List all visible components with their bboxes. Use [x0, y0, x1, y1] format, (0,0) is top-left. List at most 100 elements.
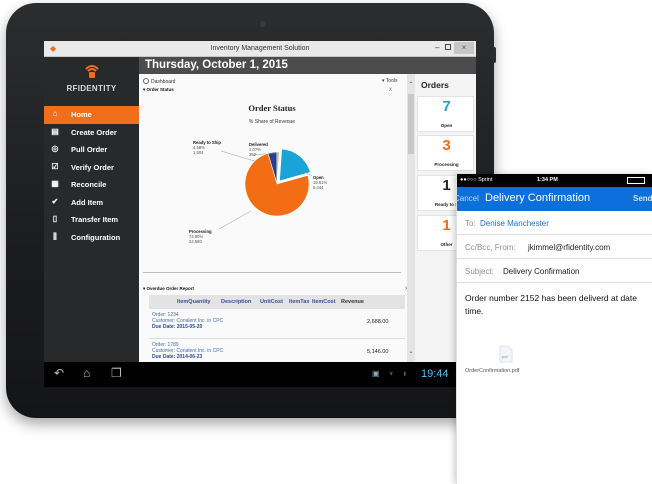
dashboard-label: Dashboard: [151, 79, 176, 85]
to-label: To:: [465, 219, 476, 228]
from-value[interactable]: jkimmel@rfidentity.com: [528, 243, 610, 252]
sidebar-item-label: Home: [71, 110, 92, 119]
power-button: [492, 47, 496, 63]
sidebar-item-home[interactable]: ⌂ Home: [44, 106, 139, 124]
attachment-name[interactable]: OrderConfirmation.pdf: [465, 368, 519, 374]
date-header: Thursday, October 1, 2015: [139, 57, 476, 74]
sidebar-item-add-item[interactable]: ✔ Add Item: [44, 194, 139, 212]
close-button[interactable]: ×: [454, 42, 474, 54]
pie-label-value: 6,444: [313, 185, 324, 190]
table-body: Order: 1234 Customer: Conalent Inc. in CP…: [149, 309, 405, 362]
to-value[interactable]: Denise Manchester: [480, 219, 549, 228]
window-title-bar: ◆ Inventory Management Solution – ×: [44, 41, 476, 57]
carrier-label: ●●○○○ Sprint: [460, 177, 493, 183]
usb-icon: ♆: [388, 369, 394, 378]
minimize-button[interactable]: –: [435, 43, 439, 52]
android-navigation-bar: ↶ ⌂ ❐ ▣ ♆ ᵻ 19:44: [44, 362, 476, 387]
column-header: Revenue: [341, 299, 364, 305]
column-header: UnitCost: [260, 299, 283, 305]
sidebar-item-create-order[interactable]: ▤ Create Order: [44, 124, 139, 142]
order-status-panel-title[interactable]: ▾ Order Status: [143, 87, 174, 93]
checkmark-icon: ✔: [51, 196, 59, 206]
pie-label-value: 24,580: [189, 239, 202, 244]
sidebar-item-verify-order[interactable]: ☑ Verify Order: [44, 159, 139, 177]
email-nav-bar: Cancel Delivery Confirmation Send: [457, 187, 652, 211]
to-field[interactable]: To: Denise Manchester: [457, 212, 652, 235]
date-title: Thursday, October 1, 2015: [145, 59, 288, 71]
scroll-up-icon[interactable]: ⌃: [407, 81, 415, 88]
sidebar-item-transfer-item[interactable]: ▯ Transfer Item: [44, 211, 139, 229]
order-count: 7: [442, 98, 451, 115]
order-status-pie-chart: Ready to Ship4.58%1,504Delivered1.07%352…: [189, 140, 327, 244]
scroll-down-icon[interactable]: ⌄: [407, 348, 415, 355]
cc-bcc-from-field[interactable]: Cc/Bcc, From: jkimmel@rfidentity.com: [457, 236, 652, 259]
close-order-status-button[interactable]: x: [389, 87, 392, 93]
sidebar-item-pull-order[interactable]: ◎ Pull Order: [44, 141, 139, 159]
subject-field[interactable]: Subject: Delivery Confirmation: [457, 260, 652, 283]
dashboard-icon: [143, 78, 149, 84]
column-header: Description: [221, 299, 252, 305]
column-header: ItemCost: [312, 299, 336, 305]
column-header: ItemTax: [289, 299, 310, 305]
email-body[interactable]: Order number 2152 has been deliverd at d…: [465, 292, 649, 318]
maximize-button[interactable]: [445, 44, 451, 50]
reconcile-icon: ▦: [51, 179, 59, 188]
sidebar-item-label: Configuration: [71, 232, 121, 242]
ios-status-bar: ●●○○○ Sprint 1:34 PM: [457, 174, 652, 187]
subject-label: Subject:: [465, 267, 494, 276]
dashboard-header: Dashboard: [143, 78, 175, 85]
sidebar-item-reconcile[interactable]: ▦ Reconcile: [44, 176, 139, 194]
home-nav-icon[interactable]: ⌂: [83, 366, 90, 380]
checklist-icon: ☑: [51, 161, 59, 171]
tools-menu[interactable]: ▾ Tools: [382, 78, 397, 84]
sliders-icon: ⫼: [53, 231, 57, 241]
column-header: ItemQuantity: [177, 299, 211, 305]
dashboard-panel: Dashboard ▾ Tools ▾ Order Status x Order…: [139, 74, 407, 362]
order-tile-processing[interactable]: 3 Processing: [417, 135, 474, 171]
tablet-screen: ◆ Inventory Management Solution – × RFID…: [44, 41, 476, 387]
table-row[interactable]: Order: 1789 Customer: Conalent Inc. in CP…: [149, 339, 405, 362]
signal-icon: ᵻ: [404, 369, 406, 378]
sidebar-item-configuration[interactable]: ⫼ Configuration: [44, 229, 139, 247]
sidebar-item-label: Transfer Item: [71, 215, 119, 224]
pdf-file-icon[interactable]: pdf: [499, 345, 513, 363]
tablet-device: ◆ Inventory Management Solution – × RFID…: [6, 3, 496, 418]
sidebar-item-label: Create Order: [71, 127, 117, 137]
cancel-button[interactable]: Cancel: [457, 194, 479, 203]
order-tile-open[interactable]: 7 Open: [417, 96, 474, 132]
sidebar-nav: ⌂ Home ▤ Create Order ◎ Pull Order ☑ Verify Ord…: [44, 106, 139, 246]
sidebar-item-label: Reconcile: [71, 180, 107, 189]
overdue-report-panel-title[interactable]: ▾ Overdue Order Report: [143, 286, 194, 292]
notification-icon: ▣: [372, 369, 380, 378]
window-title: Inventory Management Solution: [210, 45, 310, 52]
brand-logo: RFIDENTITY: [44, 57, 139, 101]
status-time: 1:34 PM: [537, 177, 558, 183]
row-due: Due Date: 2014-06-23: [152, 354, 203, 360]
send-button[interactable]: Send: [633, 194, 652, 203]
orders-title: Orders: [421, 80, 449, 90]
table-row[interactable]: Order: 1234 Customer: Conalent Inc. in CP…: [149, 309, 405, 339]
subject-value[interactable]: Delivery Confirmation: [503, 267, 579, 276]
pie-slice-delivered[interactable]: [276, 151, 280, 185]
overdue-order-table: ItemQuantity Description UnitCost ItemTa…: [149, 295, 405, 362]
scrollbar[interactable]: ⌃ ⌄: [407, 74, 415, 362]
document-icon: ▯: [52, 214, 58, 223]
pie-leader-line: [218, 210, 252, 230]
cc-label: Cc/Bcc, From:: [465, 243, 516, 252]
row-revenue: 2,688.00: [367, 319, 389, 325]
order-status-label: Open: [440, 123, 453, 128]
overdue-report-label: Overdue Order Report: [146, 286, 195, 291]
camera: [260, 21, 266, 27]
battery-icon: [627, 177, 645, 184]
email-compose-screen: ●●○○○ Sprint 1:34 PM Cancel Delivery Con…: [456, 174, 652, 484]
order-status-label: Order Status: [146, 87, 174, 92]
panel-divider: [143, 272, 401, 273]
pie-label-value: 1,504: [193, 150, 204, 155]
scroll-thumb[interactable]: [408, 94, 414, 154]
sidebar-item-label: Verify Order: [71, 162, 114, 172]
clipboard-plus-icon: ▤: [51, 126, 59, 136]
recent-apps-icon[interactable]: ❐: [111, 366, 122, 380]
back-icon[interactable]: ↶: [54, 366, 64, 380]
pie-label-value: 352: [249, 152, 257, 157]
rfid-logo-icon: [85, 65, 99, 78]
